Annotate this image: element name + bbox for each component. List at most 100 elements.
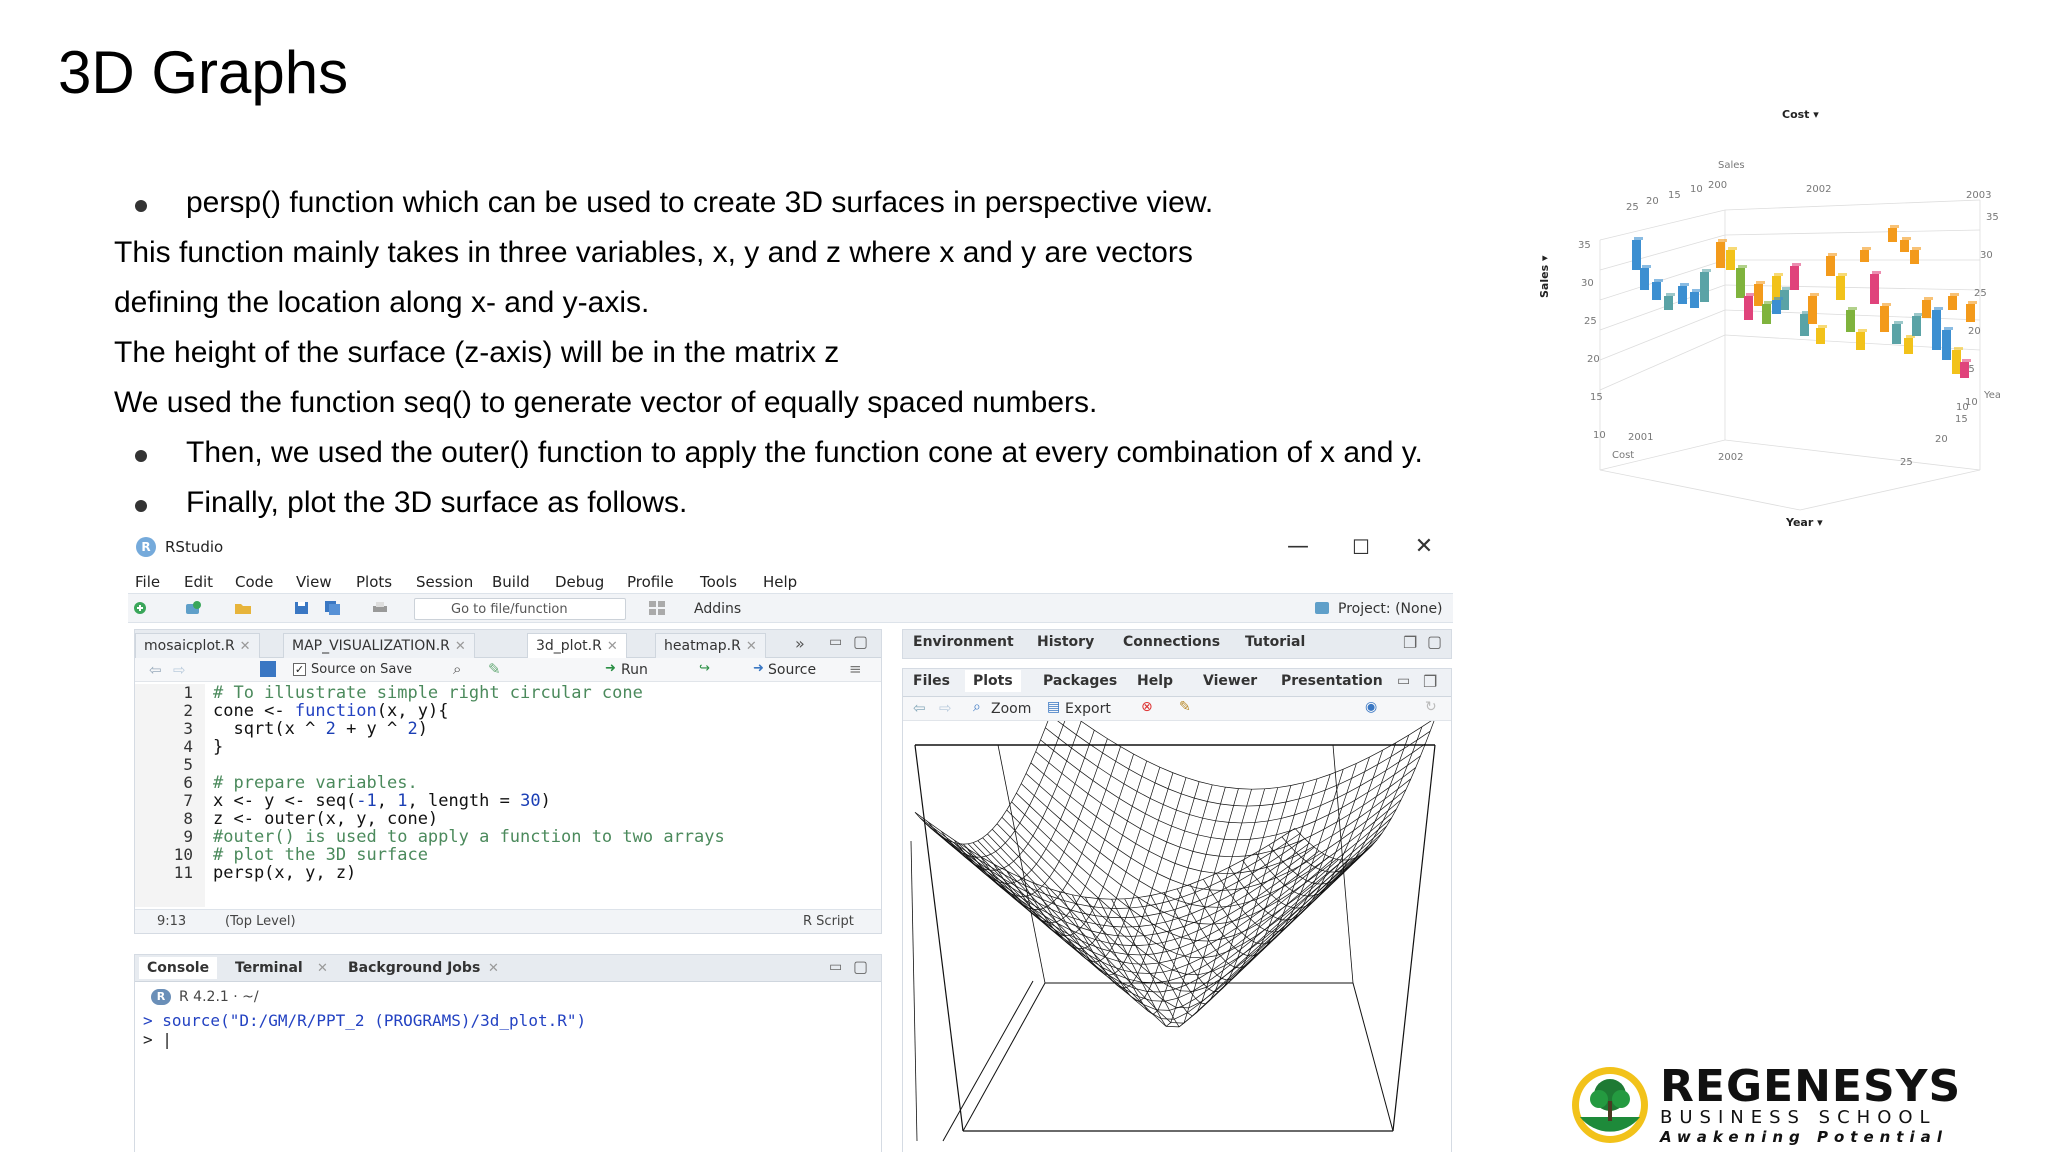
persp-wire (1056, 919, 1062, 923)
persp-wire (1013, 856, 1019, 862)
tab-terminal[interactable]: Terminal (227, 960, 311, 976)
new-project-icon[interactable] (184, 600, 202, 616)
minimize-button[interactable]: — (1278, 532, 1318, 562)
tab-map-visualization[interactable]: MAP_VISUALIZATION.R ✕ (283, 633, 475, 658)
maximize-pane-icon[interactable]: ▢ (853, 632, 868, 651)
clear-plots-icon[interactable]: ✎ (1179, 699, 1191, 715)
maximize-button[interactable]: ☐ (1341, 532, 1381, 562)
persp-wire (1081, 912, 1096, 916)
persp-wire (1114, 812, 1128, 822)
save-icon[interactable] (293, 600, 311, 616)
close-button[interactable]: ✕ (1404, 532, 1444, 562)
close-tab-icon[interactable]: ✕ (317, 961, 328, 976)
publish-icon[interactable]: ◉ (1365, 699, 1377, 715)
persp-wire (1145, 962, 1159, 965)
search-icon[interactable]: ⌕ (453, 660, 461, 678)
bar (1652, 282, 1661, 300)
persp-wire (1294, 828, 1301, 834)
grid-layout-icon[interactable] (648, 600, 666, 616)
close-tab-icon[interactable]: ✕ (746, 639, 757, 654)
next-plot-icon[interactable]: ⇨ (939, 699, 952, 717)
tab-mosaicplot[interactable]: mosaicplot.R ✕ (135, 633, 260, 658)
persp-wire (1099, 839, 1105, 853)
restore-pane-icon[interactable]: ❐ (1423, 672, 1437, 691)
tab-viewer[interactable]: Viewer (1195, 673, 1265, 689)
restore-pane-icon[interactable]: ❐ (1403, 633, 1417, 652)
refresh-icon[interactable]: ↻ (1425, 699, 1437, 715)
tab-3d-plot[interactable]: 3d_plot.R ✕ (527, 633, 627, 659)
addins-menu[interactable]: Addins (694, 601, 741, 617)
persp-wire (1382, 810, 1389, 821)
menu-view[interactable]: View (296, 573, 332, 591)
goto-file-input[interactable]: Go to file/function (414, 598, 626, 620)
code-editor[interactable]: 1 2 3 4 5 6 7 8 9 10 11 # To illustrate … (135, 684, 881, 907)
forward-arrow-icon[interactable]: ⇨ (173, 661, 186, 679)
source-button[interactable]: Source (768, 662, 816, 678)
print-icon[interactable] (371, 600, 389, 616)
menu-build[interactable]: Build (492, 573, 530, 591)
console-prompt[interactable]: > | (143, 1030, 172, 1049)
tab-console[interactable]: Console (139, 957, 218, 979)
close-tab-icon[interactable]: ✕ (488, 961, 499, 976)
back-arrow-icon[interactable]: ⇦ (149, 661, 162, 679)
close-tab-icon[interactable]: ✕ (240, 639, 251, 654)
tab-history[interactable]: History (1029, 634, 1102, 650)
open-file-icon[interactable] (234, 600, 252, 616)
tab-connections[interactable]: Connections (1115, 634, 1228, 650)
source-on-save-checkbox[interactable]: ✓ (293, 663, 306, 676)
tab-tutorial[interactable]: Tutorial (1237, 634, 1313, 650)
persp-wire (1360, 840, 1366, 850)
tab-background-jobs[interactable]: Background Jobs (340, 960, 488, 976)
menu-session[interactable]: Session (416, 573, 473, 591)
grid-line (1599, 234, 1726, 271)
minimize-pane-icon[interactable]: ▭ (829, 634, 842, 650)
persp-wire (1150, 895, 1156, 905)
scope-selector[interactable]: (Top Level) (225, 914, 296, 929)
previous-plot-icon[interactable]: ⇦ (913, 699, 926, 717)
minimize-pane-icon[interactable]: ▭ (1397, 673, 1410, 689)
menu-help[interactable]: Help (763, 573, 797, 591)
tab-presentation[interactable]: Presentation (1273, 673, 1391, 689)
zoom-button[interactable]: Zoom (991, 701, 1031, 717)
persp-wire (1245, 839, 1251, 857)
tab-heatmap[interactable]: heatmap.R ✕ (655, 633, 766, 658)
maximize-pane-icon[interactable]: ▢ (853, 957, 868, 976)
save-all-icon[interactable] (324, 600, 342, 616)
persp-wire (1089, 864, 1096, 876)
menu-code[interactable]: Code (235, 573, 273, 591)
menu-file[interactable]: File (135, 573, 160, 591)
body-text-line: The height of the surface (z-axis) will … (114, 336, 840, 369)
project-menu[interactable]: Project: (None) (1338, 601, 1443, 617)
minimize-pane-icon[interactable]: ▭ (829, 959, 842, 975)
menu-profile[interactable]: Profile (627, 573, 674, 591)
persp-wire (1024, 814, 1039, 828)
tab-plots[interactable]: Plots (965, 670, 1021, 692)
magic-wand-icon[interactable]: ✎ (488, 660, 501, 678)
tab-environment[interactable]: Environment (905, 634, 1022, 650)
persp-wire (1289, 814, 1295, 832)
outline-icon[interactable]: ≡ (849, 660, 862, 678)
run-button[interactable]: Run (621, 662, 648, 678)
maximize-pane-icon[interactable]: ▢ (1427, 632, 1442, 651)
menu-tools[interactable]: Tools (700, 573, 737, 591)
menu-debug[interactable]: Debug (555, 573, 604, 591)
save-icon[interactable] (260, 661, 276, 677)
export-menu[interactable]: Export (1065, 701, 1111, 717)
tab-help[interactable]: Help (1129, 673, 1181, 689)
persp-wire (1283, 852, 1297, 863)
menu-edit[interactable]: Edit (184, 573, 213, 591)
tab-files[interactable]: Files (905, 673, 958, 689)
filetype-selector[interactable]: R Script (803, 914, 854, 929)
code-line: } (213, 737, 224, 757)
persp-surface-plot (910, 721, 1436, 1142)
close-tab-icon[interactable]: ✕ (607, 639, 618, 654)
more-tabs-icon[interactable]: » (795, 634, 805, 653)
close-tab-icon[interactable]: ✕ (455, 639, 466, 654)
persp-wire (1091, 816, 1097, 830)
rerun-icon[interactable]: ↪ (699, 661, 710, 676)
remove-plot-icon[interactable]: ⊗ (1141, 699, 1153, 715)
tab-packages[interactable]: Packages (1035, 673, 1125, 689)
menu-plots[interactable]: Plots (356, 573, 392, 591)
bar-top (1968, 301, 1977, 304)
new-file-icon[interactable] (132, 600, 150, 616)
